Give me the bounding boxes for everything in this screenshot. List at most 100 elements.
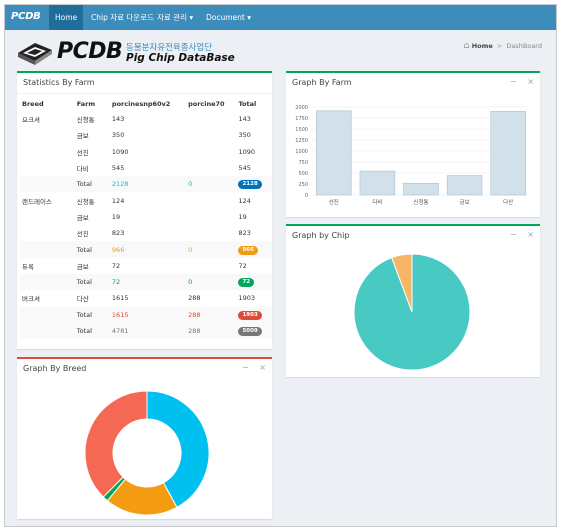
table-row: 금보 19 19 [20,209,272,225]
x-tick-label: 다비 [372,198,382,206]
collapse-icon[interactable]: − [242,363,249,372]
table-total-row: Total 72 0 72 [20,273,272,291]
cell-porcine70 [186,192,236,208]
cell-farm: 신청통 [76,197,95,206]
nav-data-management[interactable]: 자료 관리 ▾ [151,5,199,30]
cell-porcinesnp60v2: 143 [111,115,125,124]
graph-by-farm-title: Graph By Farm [292,78,352,87]
cell-total: 823 [238,229,251,238]
cell-breed [20,144,75,160]
top-navbar: PCDB Home Chip 자료 다운로드 자료 관리 ▾ Document … [5,5,556,30]
chip-pie-chart [353,253,471,371]
cell-breed: 요크셔 [22,116,40,125]
box-tools: − × [234,363,266,372]
cell-breed: 랜드레이스 [22,197,52,206]
cell-breed [20,160,75,176]
pie-slice[interactable] [84,390,148,498]
cell-farm: 다비 [76,165,89,174]
collapse-icon[interactable]: − [510,77,517,86]
y-tick-label: 500 [298,171,308,177]
cell-breed [20,241,75,258]
graph-by-breed-box: Graph By Breed − × [17,357,272,519]
cell-porcinesnp60v2: 1615 [109,306,187,323]
cell-porcine70: 288 [186,322,237,340]
brand-logo[interactable]: PCDB [11,11,41,22]
cell-porcine70: 288 [186,306,237,323]
y-tick-label: 1250 [295,138,308,144]
table-row: 금보 350 350 [20,127,272,143]
header-farm: Farm [76,100,96,108]
nav-document[interactable]: Document ▾ [200,5,257,30]
graph-by-chip-box: Graph by Chip − × [286,224,540,377]
cell-porcinesnp60v2: 72 [111,261,121,270]
bar[interactable] [316,110,352,196]
cell-total: 1903 [236,306,272,323]
breadcrumb-home[interactable]: Home [472,42,493,50]
y-tick-label: 750 [298,160,308,166]
cell-porcinesnp60v2: 823 [111,229,125,238]
cell-porcine70: 0 [186,273,237,291]
graph-by-breed-title: Graph By Breed [23,364,87,373]
y-tick-label: 0 [305,193,308,199]
cell-farm: Total [74,306,110,323]
table-total-row: Total 4781 288 5009 [20,322,272,340]
y-tick-label: 250 [298,182,308,188]
close-icon[interactable]: × [259,363,266,372]
table-row: 선진 823 823 [20,225,272,241]
cell-porcine70 [186,111,236,127]
cell-breed [20,225,75,241]
statistics-box: Statistics By Farm Breed Farm porcinesnp… [17,71,272,349]
total-badge: 2128 [238,180,262,190]
bar[interactable] [359,170,396,196]
nav-home[interactable]: Home [49,5,84,30]
cell-total: 124 [238,196,251,205]
cell-farm: Total [74,322,110,340]
statistics-table: Breed Farm porcinesnp60v2 porcine70 Tota… [20,97,272,340]
cell-total: 19 [238,212,247,221]
box-tools: − × [502,77,534,86]
table-total-row: Total 2128 0 2128 [20,176,272,193]
cell-farm: 다산 [76,295,89,304]
cell-farm: 선진 [76,230,89,239]
table-total-row: Total 1615 288 1903 [20,306,272,323]
x-tick-label: 다산 [503,198,513,206]
box-divider [17,93,272,94]
total-badge: 1903 [238,310,262,320]
site-logo: PCDB 동물분자유전육종사업단 Pig Chip DataBase [15,39,275,71]
header-porcine70: porcine70 [188,100,225,108]
breadcrumb: ☖ Home > DashBoard [464,42,542,50]
cell-porcine70 [186,144,236,160]
cell-porcine70: 288 [188,294,201,303]
cell-breed [20,176,75,193]
cell-porcinesnp60v2: 2128 [109,176,187,193]
cell-porcinesnp60v2: 1090 [111,147,129,156]
cell-total: 1090 [238,147,256,156]
pig-chip-logo-icon [18,43,52,65]
logo-english-subtitle: Pig Chip DataBase [126,52,235,64]
breadcrumb-current: DashBoard [506,42,542,50]
cell-porcine70: 0 [186,176,237,193]
cell-farm: 금보 [76,262,89,271]
cell-porcine70: 0 [186,241,237,258]
bar[interactable] [490,110,526,196]
cell-porcine70 [186,258,236,274]
cell-total: 72 [238,261,247,270]
table-total-row: Total 966 0 966 [20,241,272,258]
cell-porcine70 [186,127,236,143]
table-row: 랜드레이스 신청통 124 124 [20,192,272,208]
bar[interactable] [446,175,483,196]
app-frame: PCDB Home Chip 자료 다운로드 자료 관리 ▾ Document … [4,4,557,527]
close-icon[interactable]: × [527,77,534,86]
collapse-icon[interactable]: − [510,230,517,239]
bar[interactable] [403,182,439,196]
cell-breed: 버크셔 [22,295,40,304]
cell-porcinesnp60v2: 545 [111,164,125,173]
close-icon[interactable]: × [527,230,534,239]
total-badge: 966 [238,245,258,255]
table-row: 요크셔 신청통 143 143 [20,111,272,127]
y-tick-label: 1750 [295,116,308,122]
cell-total: 350 [238,131,251,140]
nav-chip-download[interactable]: Chip 자료 다운로드 [85,5,160,30]
breed-donut-chart [84,390,210,516]
cell-porcine70 [186,160,236,176]
